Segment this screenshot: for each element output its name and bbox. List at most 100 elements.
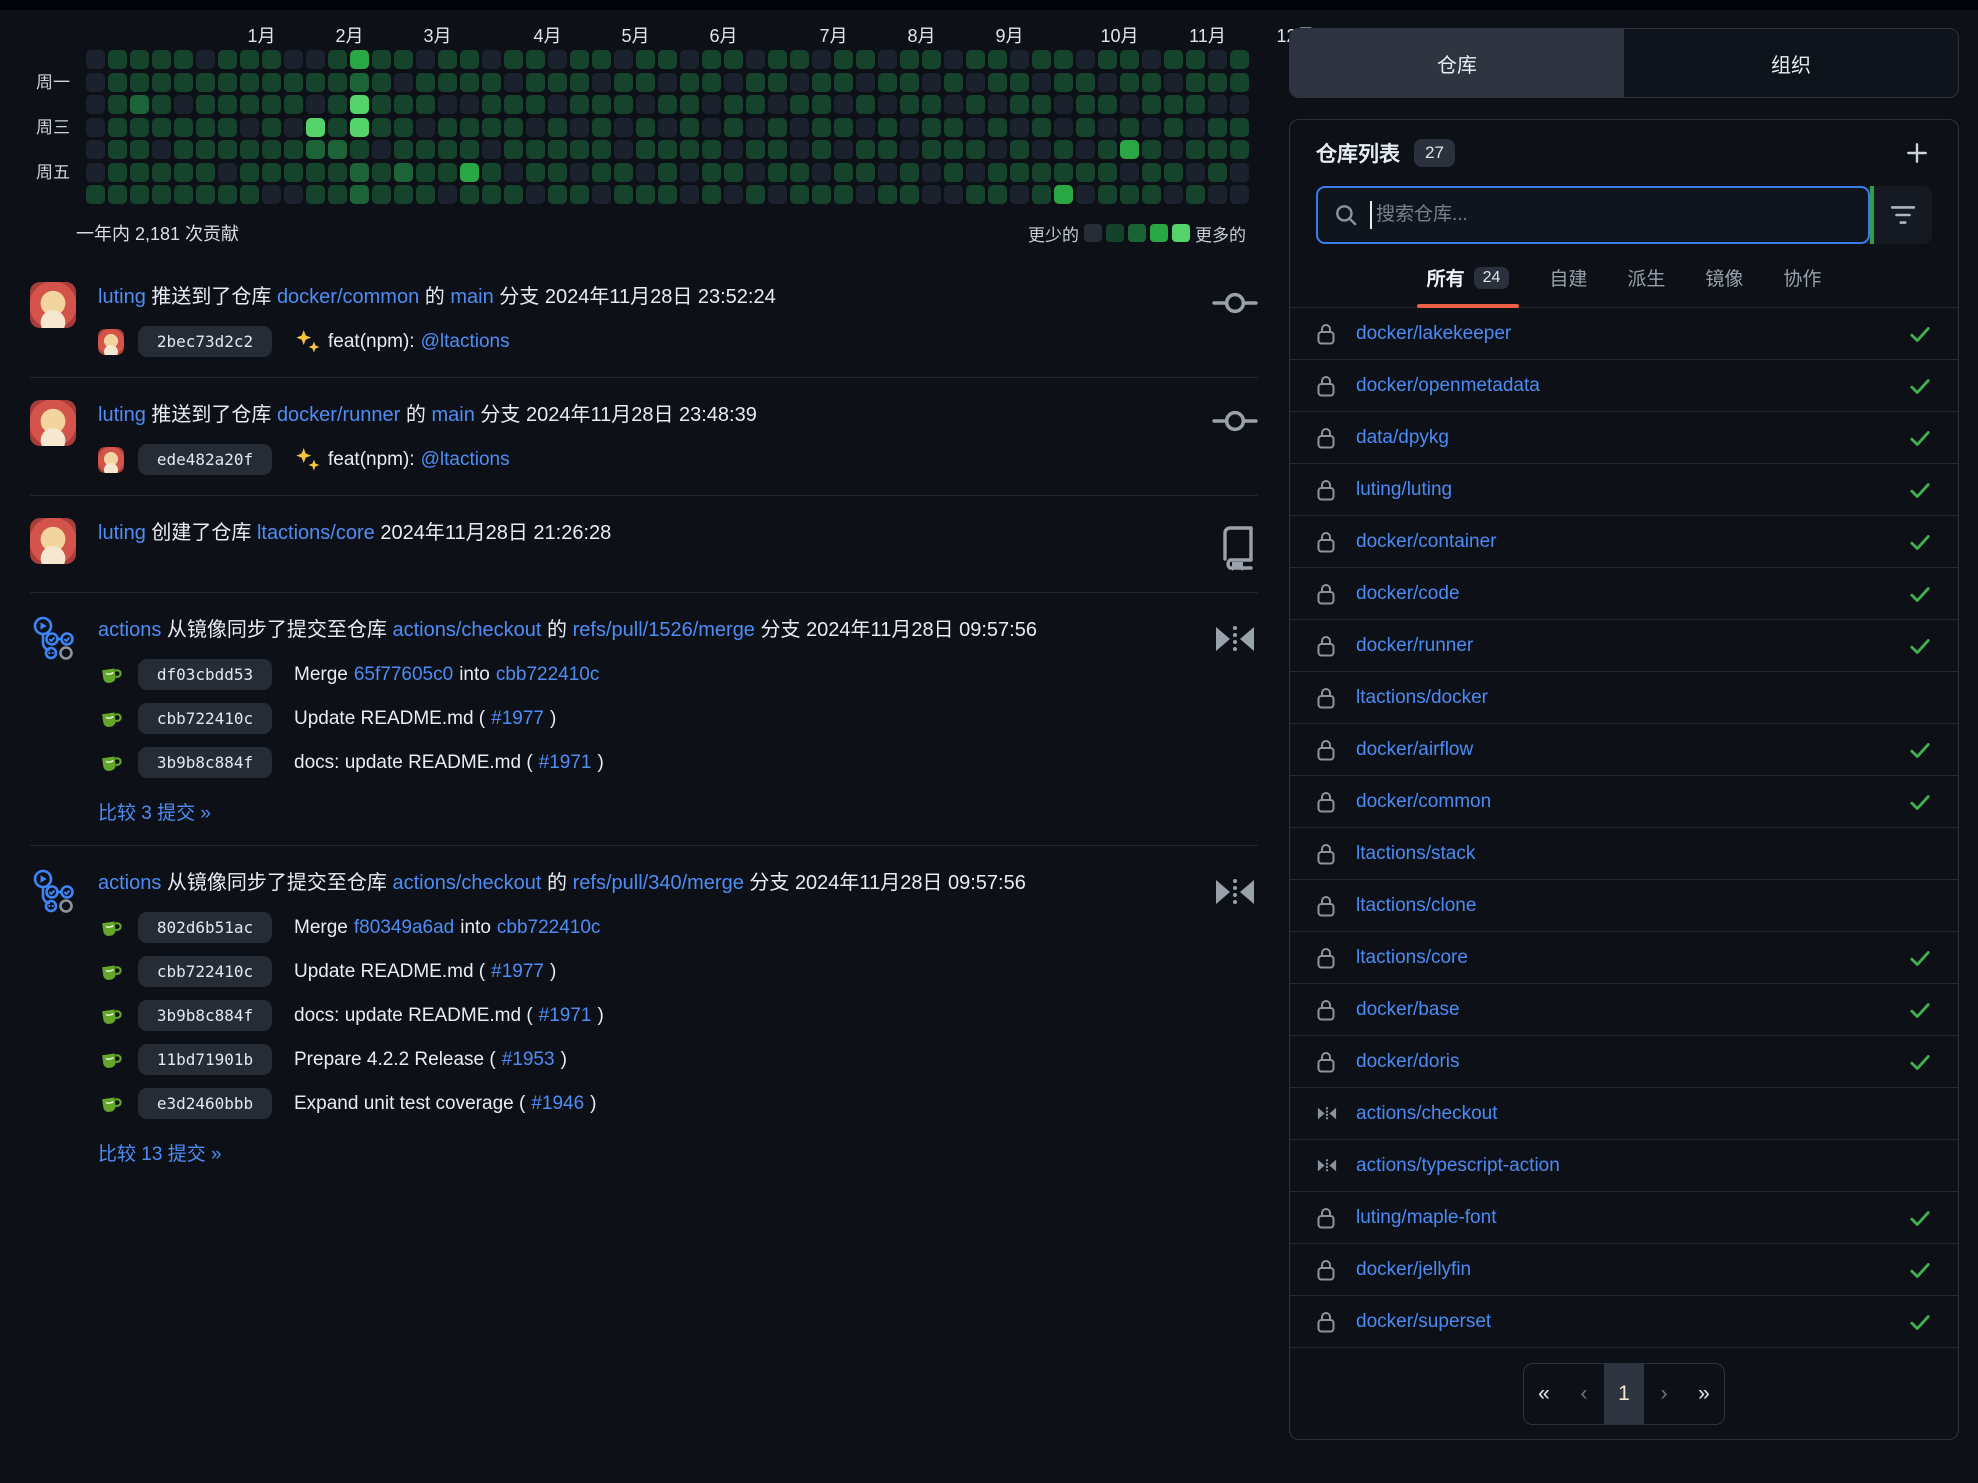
repo-link[interactable]: actions/typescript-action — [1356, 1155, 1560, 1177]
inline-link[interactable]: refs/pull/340/merge — [573, 872, 744, 894]
inline-link[interactable]: 65f77605c0 — [354, 664, 453, 686]
avatar[interactable] — [30, 868, 76, 914]
repo-link[interactable]: luting/luting — [1356, 479, 1452, 501]
avatar[interactable] — [98, 662, 124, 688]
avatar[interactable] — [98, 329, 124, 355]
pagination-next[interactable]: › — [1644, 1364, 1684, 1424]
avatar[interactable] — [98, 959, 124, 985]
inline-link[interactable]: actions — [98, 872, 161, 894]
filter-tab[interactable]: 所有24 — [1427, 264, 1510, 291]
inline-link[interactable]: @ltactions — [421, 449, 510, 471]
commit-hash-badge[interactable]: ede482a20f — [138, 444, 272, 475]
inline-link[interactable]: cbb722410c — [496, 664, 600, 686]
avatar[interactable] — [30, 615, 76, 661]
commit-hash-badge[interactable]: 802d6b51ac — [138, 912, 272, 943]
compare-commits-link[interactable]: 比较 13 提交 » — [98, 1139, 1194, 1166]
commit-hash-badge[interactable]: e3d2460bbb — [138, 1088, 272, 1119]
repo-visibility-icon — [1316, 946, 1338, 970]
inline-link[interactable]: cbb722410c — [497, 917, 601, 939]
commit-hash-badge[interactable]: 3b9b8c884f — [138, 1000, 272, 1031]
avatar[interactable] — [98, 706, 124, 732]
avatar[interactable] — [98, 1091, 124, 1117]
avatar[interactable] — [98, 447, 124, 473]
repo-link[interactable]: ltactions/core — [1356, 947, 1468, 969]
avatar[interactable] — [30, 400, 76, 446]
repo-link[interactable]: docker/openmetadata — [1356, 375, 1540, 397]
repo-link[interactable]: docker/airflow — [1356, 739, 1473, 761]
heatmap-cell — [504, 95, 523, 114]
inline-link[interactable]: f80349a6ad — [354, 917, 454, 939]
heatmap-cell — [1142, 140, 1161, 159]
avatar[interactable] — [98, 750, 124, 776]
pagination-first[interactable]: « — [1524, 1364, 1564, 1424]
repo-link[interactable]: docker/base — [1356, 999, 1460, 1021]
repo-link[interactable]: docker/runner — [1356, 635, 1473, 657]
inline-link[interactable]: refs/pull/1526/merge — [573, 619, 755, 641]
filter-tab[interactable]: 派生 — [1627, 264, 1665, 291]
avatar[interactable] — [98, 915, 124, 941]
inline-link[interactable]: #1977 — [491, 961, 544, 983]
panel-tab-repositories[interactable]: 仓库 — [1290, 29, 1624, 97]
repo-link[interactable]: docker/superset — [1356, 1311, 1491, 1333]
inline-link[interactable]: #1971 — [539, 1005, 592, 1027]
filter-tab-label: 自建 — [1549, 264, 1587, 291]
inline-link[interactable]: #1953 — [502, 1049, 555, 1071]
repo-link[interactable]: docker/lakekeeper — [1356, 323, 1511, 345]
inline-link[interactable]: main — [450, 286, 493, 308]
inline-link[interactable]: luting — [98, 404, 146, 426]
inline-link[interactable]: docker/runner — [277, 404, 400, 426]
repo-link[interactable]: actions/checkout — [1356, 1103, 1498, 1125]
commit-hash-badge[interactable]: 3b9b8c884f — [138, 747, 272, 778]
avatar[interactable] — [98, 1003, 124, 1029]
repo-row: docker/code — [1290, 567, 1958, 619]
user-avatar[interactable] — [30, 518, 76, 564]
filter-tab[interactable]: 协作 — [1783, 264, 1821, 291]
repo-link[interactable]: docker/code — [1356, 583, 1460, 605]
filter-tab[interactable]: 镜像 — [1705, 264, 1743, 291]
heatmap-cell — [1076, 50, 1095, 69]
repo-link[interactable]: luting/maple-font — [1356, 1207, 1496, 1229]
inline-link[interactable]: actions — [98, 619, 161, 641]
pagination-prev[interactable]: ‹ — [1564, 1364, 1604, 1424]
pagination-page[interactable]: 1 — [1604, 1364, 1644, 1424]
user-avatar[interactable] — [98, 329, 124, 355]
inline-link[interactable]: #1946 — [531, 1093, 584, 1115]
commit-hash-badge[interactable]: 11bd71901b — [138, 1044, 272, 1075]
inline-link[interactable]: #1977 — [491, 708, 544, 730]
inline-link[interactable]: @ltactions — [421, 331, 510, 353]
repo-link[interactable]: ltactions/stack — [1356, 843, 1475, 865]
inline-link[interactable]: actions/checkout — [393, 872, 542, 894]
filter-tab[interactable]: 自建 — [1549, 264, 1587, 291]
avatar[interactable] — [30, 282, 76, 328]
inline-link[interactable]: luting — [98, 286, 146, 308]
repo-link[interactable]: ltactions/clone — [1356, 895, 1476, 917]
inline-link[interactable]: actions/checkout — [393, 619, 542, 641]
user-avatar[interactable] — [98, 447, 124, 473]
commit-hash-badge[interactable]: cbb722410c — [138, 703, 272, 734]
avatar[interactable] — [98, 1047, 124, 1073]
user-avatar[interactable] — [30, 400, 76, 446]
panel-tab-organizations[interactable]: 组织 — [1624, 29, 1958, 97]
inline-link[interactable]: luting — [98, 522, 146, 544]
inline-link[interactable]: docker/common — [277, 286, 419, 308]
commit-hash-badge[interactable]: 2bec73d2c2 — [138, 326, 272, 357]
user-avatar[interactable] — [30, 282, 76, 328]
pagination-last[interactable]: » — [1684, 1364, 1724, 1424]
inline-link[interactable]: ltactions/core — [257, 522, 375, 544]
add-repo-button[interactable] — [1902, 138, 1932, 168]
filter-button[interactable] — [1874, 186, 1932, 244]
repo-link[interactable]: docker/container — [1356, 531, 1496, 553]
repo-link[interactable]: docker/jellyfin — [1356, 1259, 1471, 1281]
repo-link[interactable]: data/dpykg — [1356, 427, 1449, 449]
inline-link[interactable]: #1971 — [539, 752, 592, 774]
search-input[interactable] — [1376, 204, 1852, 226]
repo-link[interactable]: ltactions/docker — [1356, 687, 1488, 709]
avatar[interactable] — [30, 518, 76, 564]
inline-link[interactable]: main — [431, 404, 474, 426]
repo-link[interactable]: docker/common — [1356, 791, 1491, 813]
repo-link[interactable]: docker/doris — [1356, 1051, 1460, 1073]
compare-commits-link[interactable]: 比较 3 提交 » — [98, 798, 1194, 825]
commit-hash-badge[interactable]: df03cbdd53 — [138, 659, 272, 690]
commit-hash-badge[interactable]: cbb722410c — [138, 956, 272, 987]
text-segment: 推送到了仓库 — [146, 286, 277, 308]
